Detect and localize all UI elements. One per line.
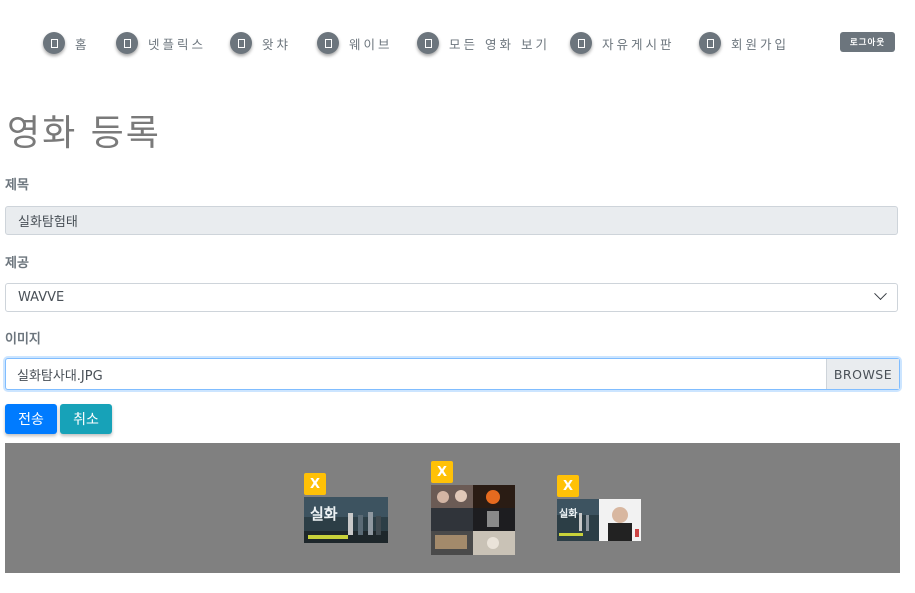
- image-preview-area: X 실화 X X 실화: [5, 443, 900, 573]
- title-field-value: 실화탐험태: [18, 215, 78, 230]
- nav-item-label: 왓챠: [262, 36, 292, 52]
- nav-item-board[interactable]: 자유게시판: [570, 30, 675, 56]
- movie-list-icon: [417, 32, 439, 54]
- svg-text:실화: 실화: [559, 507, 578, 520]
- preview-image-3: 실화: [557, 499, 641, 541]
- nav-item-wavve[interactable]: 웨이브: [317, 30, 393, 56]
- remove-image-button[interactable]: X: [557, 475, 579, 497]
- logout-button[interactable]: 로그아웃: [840, 32, 895, 52]
- submit-button[interactable]: 전송: [5, 404, 57, 434]
- nav-item-label: 회원가입: [731, 36, 790, 52]
- page-title: 영화 등록: [7, 113, 161, 154]
- home-icon: [43, 32, 65, 54]
- nav-item-label: 넷플릭스: [148, 36, 207, 52]
- board-icon: [570, 32, 592, 54]
- browse-button[interactable]: BROWSE: [826, 359, 899, 389]
- provider-select[interactable]: WAVVE: [5, 283, 898, 312]
- nav-item-label: 홈: [75, 36, 90, 52]
- nav-item-all-movies[interactable]: 모든 영화 보기: [417, 30, 550, 56]
- nav-item-label: 자유게시판: [602, 36, 675, 52]
- title-field[interactable]: 실화탐험태: [5, 206, 898, 235]
- preview-image-1: 실화: [304, 497, 388, 543]
- image-label: 이미지: [5, 332, 41, 347]
- top-nav: 홈 넷플릭스 왓챠 웨이브 모든 영화 보기 자유게시판 회원가입 로그아웃: [0, 0, 915, 84]
- nav-item-netflix[interactable]: 넷플릭스: [116, 30, 206, 56]
- image-file-input[interactable]: 실화탐사대.JPG BROWSE: [5, 358, 900, 390]
- provider-label: 제공: [5, 256, 29, 271]
- watcha-icon: [230, 32, 252, 54]
- svg-text:실화: 실화: [310, 505, 338, 523]
- nav-item-home[interactable]: 홈: [43, 30, 90, 56]
- signup-icon: [699, 32, 721, 54]
- remove-image-button[interactable]: X: [304, 473, 326, 495]
- nav-item-signup[interactable]: 회원가입: [699, 30, 789, 56]
- title-label: 제목: [5, 178, 29, 193]
- nav-item-label: 모든 영화 보기: [449, 36, 550, 52]
- image-file-name: 실화탐사대.JPG: [17, 368, 103, 384]
- wavve-icon: [317, 32, 339, 54]
- netflix-icon: [116, 32, 138, 54]
- nav-item-watcha[interactable]: 왓챠: [230, 30, 291, 56]
- chevron-down-icon: [874, 287, 887, 301]
- preview-image-2: [431, 485, 515, 555]
- provider-select-value: WAVVE: [18, 290, 65, 305]
- remove-image-button[interactable]: X: [431, 461, 453, 483]
- nav-item-label: 웨이브: [349, 36, 393, 52]
- cancel-button[interactable]: 취소: [60, 404, 112, 434]
